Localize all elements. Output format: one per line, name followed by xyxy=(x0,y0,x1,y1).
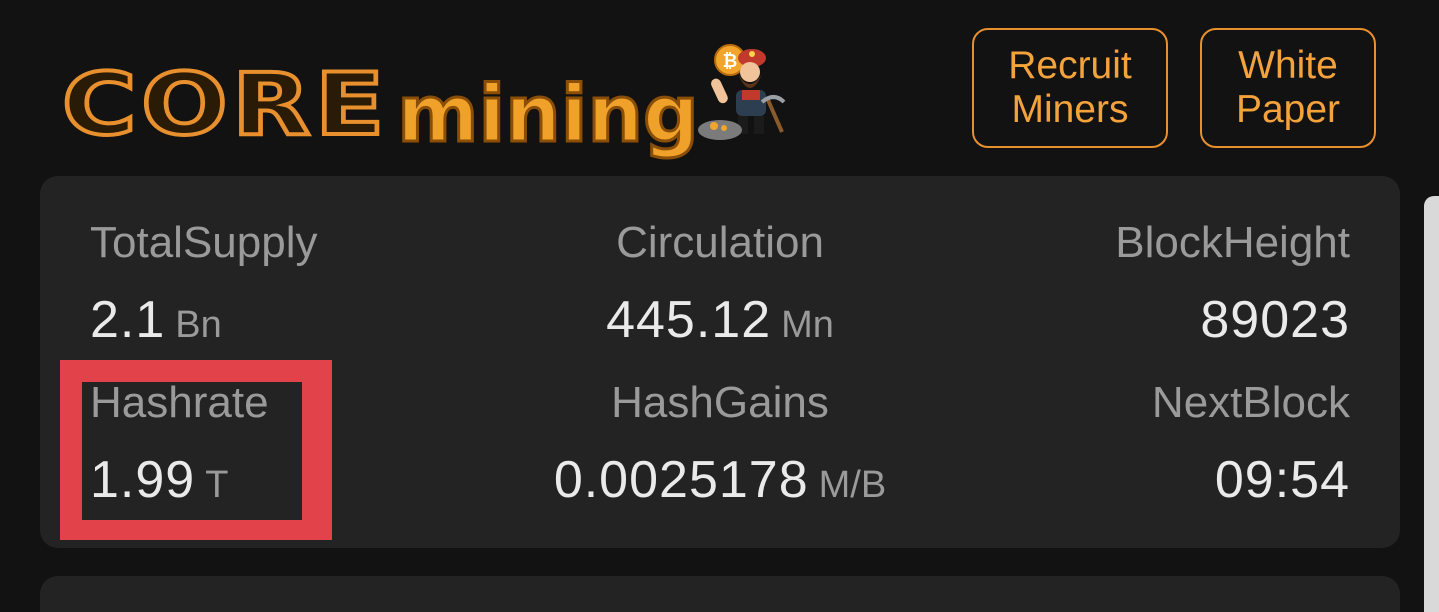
white-paper-button[interactable]: White Paper xyxy=(1200,28,1376,148)
stat-hash-gains: HashGains 0.0025178 M/B xyxy=(510,378,930,521)
stat-unit: T xyxy=(205,464,229,506)
stat-label: Hashrate xyxy=(90,378,269,427)
stat-unit: Bn xyxy=(175,304,222,346)
stat-unit: M/B xyxy=(818,464,887,506)
stat-label: NextBlock xyxy=(1151,378,1350,427)
svg-text:₿: ₿ xyxy=(723,51,738,72)
stat-block-height: BlockHeight 89023 xyxy=(930,218,1350,361)
logo-core-text: CORE xyxy=(60,55,390,155)
stat-value: 2.1 xyxy=(90,291,166,349)
stat-value: 09:54 xyxy=(1214,451,1350,509)
core-mining-logo: CORE mining xyxy=(60,38,701,156)
scrollbar[interactable] xyxy=(1424,196,1439,612)
stats-card: TotalSupply 2.1 Bn Circulation 445.12 Mn B… xyxy=(40,176,1400,548)
stat-value: 0.0025178 xyxy=(553,451,809,509)
recruit-miners-button[interactable]: Recruit Miners xyxy=(972,28,1168,148)
stat-value: 1.99 xyxy=(90,451,196,509)
stat-circulation: Circulation 445.12 Mn xyxy=(510,218,930,361)
stat-hashrate: Hashrate 1.99 T xyxy=(90,378,510,521)
stat-unit: Mn xyxy=(781,304,834,346)
stat-value: 89023 xyxy=(1200,291,1350,349)
stat-value: 445.12 xyxy=(606,291,772,349)
logo-mining-text: mining xyxy=(396,70,701,160)
stat-label: Circulation xyxy=(616,218,824,267)
stat-label: TotalSupply xyxy=(90,218,318,267)
stat-total-supply: TotalSupply 2.1 Bn xyxy=(90,218,510,361)
app-screen: CORE mining ₿ Recruit Miners White Paper… xyxy=(0,0,1439,612)
bitcoin-miner-mascot-icon: ₿ xyxy=(698,44,786,140)
stat-label: HashGains xyxy=(611,378,829,427)
stat-label: BlockHeight xyxy=(1115,218,1350,267)
secondary-card xyxy=(40,576,1400,612)
stat-next-block: NextBlock 09:54 xyxy=(930,378,1350,521)
